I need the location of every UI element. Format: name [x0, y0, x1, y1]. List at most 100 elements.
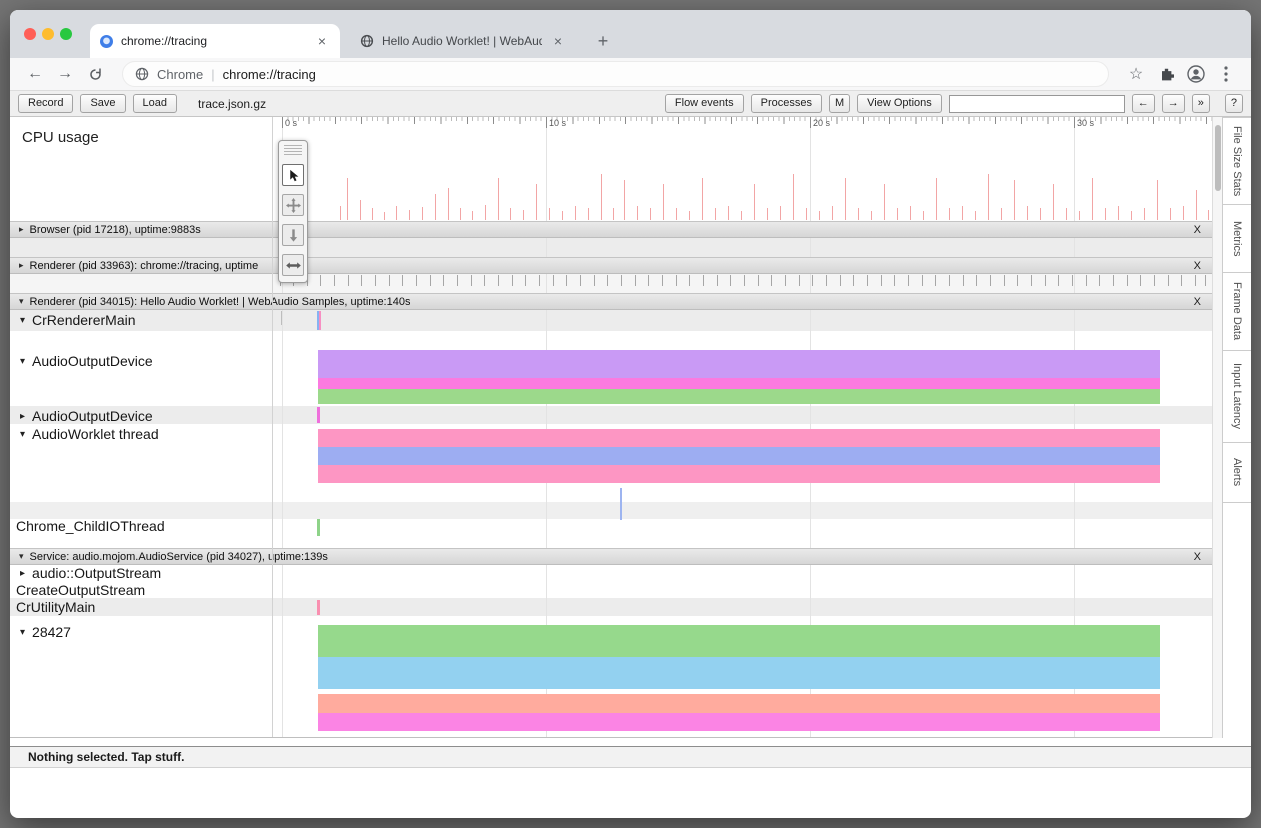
bookmark-star-icon[interactable]: ☆ [1123, 61, 1149, 87]
slice-tick[interactable] [840, 275, 841, 286]
flow-events-button[interactable]: Flow events [665, 94, 744, 113]
trace-bar-audio-worklet-pink-bottom[interactable] [318, 465, 1160, 483]
trace-bar-audio-output-device-purple[interactable] [318, 350, 1160, 378]
trace-bar-audio-output-device-green[interactable] [318, 389, 1160, 404]
slice-tick[interactable] [949, 275, 950, 286]
slice-tick[interactable] [935, 275, 936, 286]
close-process-button[interactable]: X [1194, 224, 1201, 236]
slice-tick[interactable] [1168, 275, 1169, 286]
tab-close-icon[interactable]: × [550, 33, 566, 49]
slice-tick[interactable] [635, 275, 636, 286]
slice-tick[interactable] [1154, 275, 1155, 286]
trace-mark[interactable] [319, 311, 321, 330]
trace-bar-audio-worklet-pink-top[interactable] [318, 429, 1160, 447]
find-next-button[interactable]: → [1162, 94, 1185, 113]
side-tab-input-latency[interactable]: Input Latency [1223, 351, 1251, 443]
track-label-audio-worklet[interactable]: ▾ AudioWorklet thread [20, 425, 159, 443]
expand-arrow-icon[interactable]: ▸ [19, 224, 24, 235]
pan-tool-button[interactable] [282, 194, 304, 216]
track-label-output-stream[interactable]: ▸ audio::OutputStream [20, 564, 161, 582]
view-options-button[interactable]: View Options [857, 94, 942, 113]
slice-tick[interactable] [867, 275, 868, 286]
expand-arrow-icon[interactable]: ▸ [20, 568, 25, 579]
track-label-28427[interactable]: ▾ 28427 [20, 623, 71, 641]
side-tab-file-size-stats[interactable]: File Size Stats [1223, 117, 1251, 205]
slice-tick[interactable] [744, 275, 745, 286]
side-tab-metrics[interactable]: Metrics [1223, 205, 1251, 273]
slice-tick[interactable] [853, 275, 854, 286]
slice-tick[interactable] [758, 275, 759, 286]
new-tab-button[interactable]: + [590, 29, 616, 55]
slice-tick[interactable] [320, 275, 321, 286]
slice-tick[interactable] [812, 275, 813, 286]
collapse-arrow-icon[interactable]: ▾ [19, 551, 24, 562]
slice-tick[interactable] [375, 275, 376, 286]
slice-tick[interactable] [976, 275, 977, 286]
slice-tick[interactable] [771, 275, 772, 286]
palette-drag-handle[interactable] [284, 145, 302, 156]
save-button[interactable]: Save [80, 94, 125, 113]
reload-icon[interactable] [82, 61, 108, 87]
slice-tick[interactable] [402, 275, 403, 286]
slice-tick[interactable] [990, 275, 991, 286]
more-button[interactable]: » [1192, 94, 1210, 113]
trace-bar-audio-output-device-pink[interactable] [318, 378, 1160, 389]
close-process-button[interactable]: X [1194, 296, 1201, 308]
processes-button[interactable]: Processes [751, 94, 822, 113]
load-button[interactable]: Load [133, 94, 177, 113]
menu-dots-icon[interactable] [1213, 61, 1239, 87]
track-label-chrome-child-io[interactable]: Chrome_ChildIOThread [16, 517, 165, 535]
slice-tick[interactable] [361, 275, 362, 286]
slice-tick[interactable] [1031, 275, 1032, 286]
slice-tick[interactable] [648, 275, 649, 286]
slice-tick[interactable] [512, 275, 513, 286]
slice-tick[interactable] [1086, 275, 1087, 286]
slice-tick[interactable] [662, 275, 663, 286]
slice-tick[interactable] [963, 275, 964, 286]
slice-tick[interactable] [1099, 275, 1100, 286]
collapse-arrow-icon[interactable]: ▾ [20, 627, 25, 638]
process-header-browser[interactable]: ▸ Browser (pid 17218), uptime:9883s X [10, 221, 1212, 238]
slice-tick[interactable] [689, 275, 690, 286]
expand-arrow-icon[interactable]: ▸ [19, 260, 24, 271]
slice-tick[interactable] [785, 275, 786, 286]
collapse-arrow-icon[interactable]: ▾ [19, 296, 24, 307]
close-process-button[interactable]: X [1194, 551, 1201, 563]
back-icon[interactable]: ← [22, 65, 48, 83]
trace-bar-audio-service-green[interactable] [318, 625, 1160, 657]
minimize-window-button[interactable] [42, 28, 54, 40]
slice-tick[interactable] [553, 275, 554, 286]
track-label-audio-output-device-1[interactable]: ▾ AudioOutputDevice [20, 352, 153, 370]
slice-tick[interactable] [389, 275, 390, 286]
close-window-button[interactable] [24, 28, 36, 40]
slice-tick[interactable] [334, 275, 335, 286]
slice-tick[interactable] [525, 275, 526, 286]
collapse-arrow-icon[interactable]: ▾ [20, 429, 25, 440]
tab-close-icon[interactable]: × [314, 33, 330, 49]
slice-tick[interactable] [430, 275, 431, 286]
trace-mark[interactable] [317, 600, 320, 615]
slice-tick[interactable] [1072, 275, 1073, 286]
collapse-arrow-icon[interactable]: ▾ [20, 315, 25, 326]
trace-bar-audio-service-skyblue[interactable] [318, 657, 1160, 689]
slice-tick[interactable] [1140, 275, 1141, 286]
trace-bar-audio-service-salmon[interactable] [318, 694, 1160, 713]
find-prev-button[interactable]: ← [1132, 94, 1155, 113]
selection-tool-button[interactable] [282, 164, 304, 186]
slice-tick[interactable] [881, 275, 882, 286]
slice-tick[interactable] [566, 275, 567, 286]
extension-icon[interactable] [1153, 61, 1179, 87]
zoom-tool-button[interactable] [282, 224, 304, 246]
slice-tick[interactable] [607, 275, 608, 286]
slice-tick[interactable] [908, 275, 909, 286]
slice-tick[interactable] [498, 275, 499, 286]
forward-icon[interactable]: → [52, 65, 78, 83]
trace-mark[interactable] [317, 407, 320, 423]
process-header-renderer-tracing[interactable]: ▸ Renderer (pid 33963): chrome://tracing… [10, 257, 1212, 274]
slice-tick[interactable] [922, 275, 923, 286]
slice-tick[interactable] [1205, 275, 1206, 286]
expand-arrow-icon[interactable]: ▸ [20, 411, 25, 422]
slice-tick[interactable] [1017, 275, 1018, 286]
process-header-audio-service[interactable]: ▾ Service: audio.mojom.AudioService (pid… [10, 548, 1212, 565]
slice-tick[interactable] [1195, 275, 1196, 286]
